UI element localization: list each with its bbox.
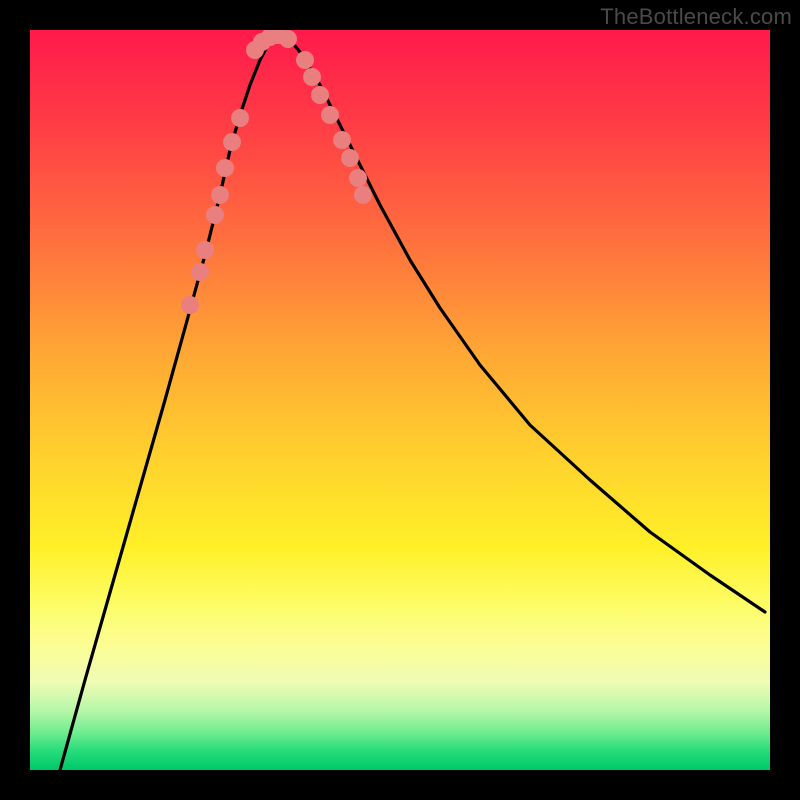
plot-area [30,30,770,770]
right-curve-dots-dot [349,169,367,187]
left-curve-dots-dot [196,241,214,259]
right-curve-dots-dot [296,51,314,69]
watermark-text: TheBottleneck.com [600,4,792,30]
left-curve-dots-dot [191,263,209,281]
marker-layer [181,30,372,314]
valley-dots-dot [279,30,297,48]
chart-svg [30,30,770,770]
left-curve-dots-dot [223,133,241,151]
left-curve-dots-dot [181,296,199,314]
right-curve-dots-dot [321,106,339,124]
chart-frame: TheBottleneck.com [0,0,800,800]
right-curve-dots-dot [333,131,351,149]
left-curve-dots-dot [231,109,249,127]
left-curve-dots-dot [211,186,229,204]
bottleneck-curve [60,36,765,770]
right-curve-dots-dot [341,149,359,167]
right-curve-dots-dot [311,86,329,104]
right-curve-dots-dot [303,68,321,86]
left-curve-dots-dot [216,159,234,177]
left-curve-dots-dot [206,206,224,224]
right-curve-dots-dot [354,186,372,204]
